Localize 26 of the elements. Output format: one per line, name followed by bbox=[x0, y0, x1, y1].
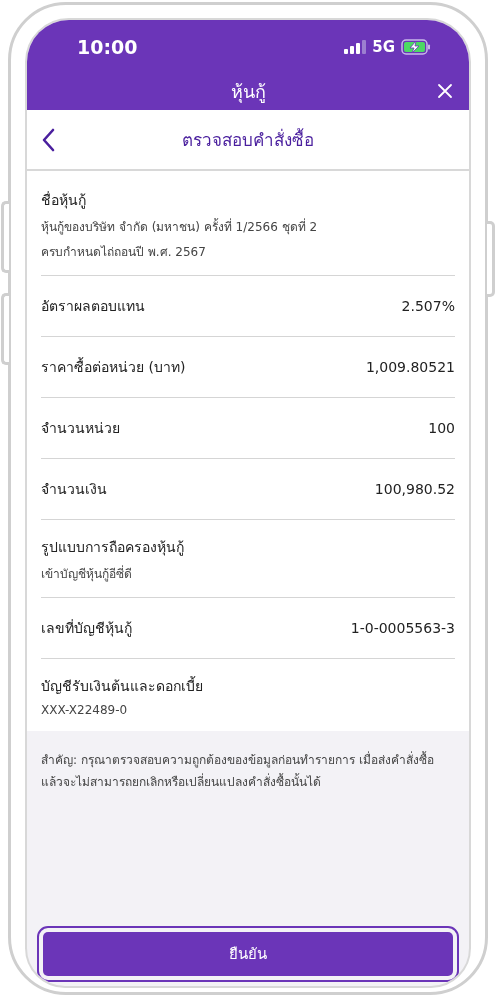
page-title: ตรวจสอบคำสั่งซื้อ bbox=[182, 127, 314, 152]
detail-value: ครบกำหนดไถ่ถอนปี พ.ศ. 2567 bbox=[41, 244, 206, 261]
detail-value: XXX-X22489-0 bbox=[41, 703, 128, 717]
detail-value: 100 bbox=[428, 420, 455, 436]
detail-label: ราคาซื้อต่อหน่วย (บาท) bbox=[41, 356, 186, 377]
detail-label: อัตราผลตอบแทน bbox=[41, 297, 145, 316]
detail-value: 1,009.80521 bbox=[365, 359, 455, 375]
detail-value: หุ้นกู้ของบริษัท จำกัด (มหาชน) ครั้งที่ 1/2566 ชุดที่ 2 bbox=[41, 217, 318, 236]
detail-value: 2.507% bbox=[401, 298, 455, 314]
close-icon[interactable] bbox=[437, 83, 453, 99]
detail-value: 1-0-0005563-3 bbox=[350, 620, 455, 636]
detail-label: เลขที่บัญชีหุ้นกู้ bbox=[41, 618, 132, 639]
back-icon[interactable] bbox=[41, 128, 55, 152]
detail-label: ชื่อหุ้นกู้ bbox=[41, 190, 86, 211]
detail-value: เข้าบัญชีหุ้นกู้อีซี่ดี bbox=[41, 564, 132, 583]
notice-text: สำคัญ: กรุณาตรวจสอบความถูกต้องของข้อมูลก่อนทำรายการ เมื่อส่งคำสั่งซื้อแล้วจะไม่สามารถยกเลิกหรือเปลี่ยนแปลงคำสั่งซื้อนั้นได้ bbox=[41, 750, 435, 791]
signal-icon bbox=[344, 39, 367, 54]
detail-value: 100,980.52 bbox=[374, 481, 455, 497]
detail-label: จำนวนหน่วย bbox=[41, 419, 120, 438]
status-time: 10:00 bbox=[77, 35, 138, 58]
header-title: หุ้นกู้ bbox=[230, 80, 266, 105]
battery-charging-icon bbox=[401, 38, 431, 55]
detail-label: รูปแบบการถือครองหุ้นกู้ bbox=[41, 538, 184, 558]
detail-label: บัญชีรับเงินต้นและดอกเบี้ย bbox=[41, 675, 203, 696]
detail-label: จำนวนเงิน bbox=[41, 480, 107, 499]
network-label: 5G bbox=[372, 37, 395, 56]
